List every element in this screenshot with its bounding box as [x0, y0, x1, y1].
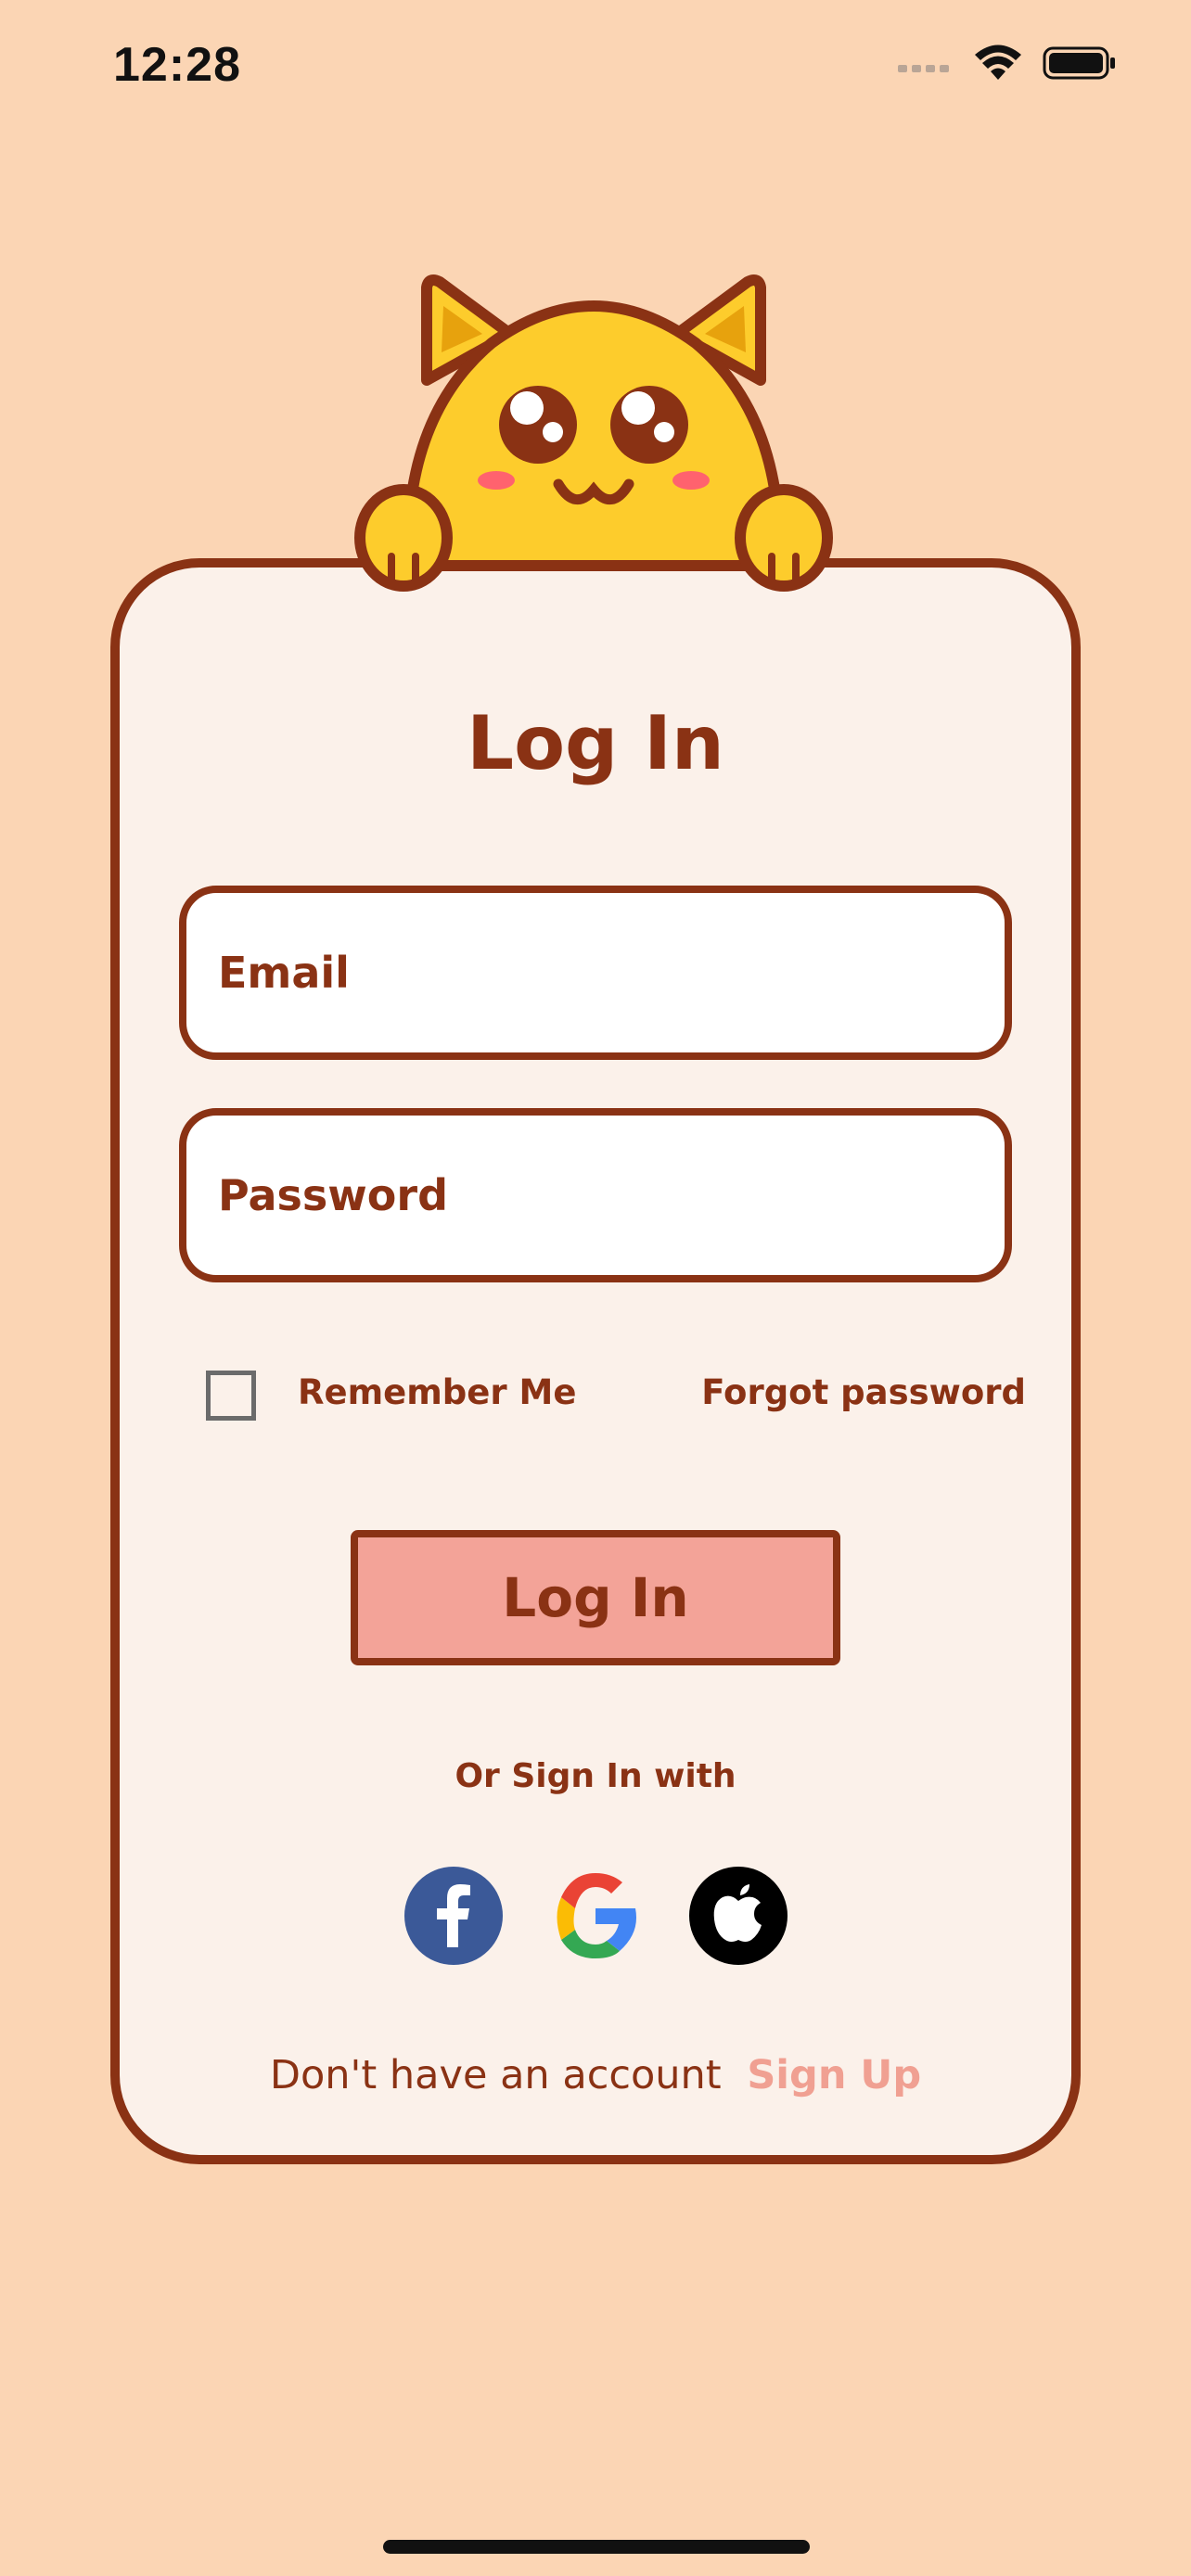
forgot-password-link[interactable]: Forgot password	[701, 1372, 1026, 1412]
apple-icon[interactable]	[688, 1866, 788, 1966]
signup-row: Don't have an account Sign Up	[0, 2052, 1191, 2098]
status-bar: 12:28	[0, 0, 1191, 139]
status-time: 12:28	[113, 38, 241, 92]
email-field-container	[179, 886, 1012, 1060]
google-icon[interactable]	[545, 1866, 646, 1966]
password-field-container	[179, 1108, 1012, 1282]
status-icons	[898, 45, 1117, 82]
facebook-icon[interactable]	[403, 1866, 504, 1966]
wifi-icon	[975, 45, 1021, 80]
password-field[interactable]	[218, 1116, 1005, 1275]
home-indicator[interactable]	[383, 2540, 810, 2554]
page-title: Log In	[467, 700, 724, 786]
or-sign-in-text: Or Sign In with	[455, 1757, 736, 1795]
signal-icon	[898, 65, 949, 72]
email-field[interactable]	[218, 893, 1005, 1052]
battery-icon	[1043, 46, 1115, 80]
login-button[interactable]: Log In	[351, 1530, 840, 1665]
remember-me-checkbox[interactable]	[206, 1371, 256, 1421]
signup-prompt: Don't have an account	[269, 2052, 722, 2098]
cat-mascot-icon	[354, 274, 833, 592]
sign-up-link[interactable]: Sign Up	[747, 2052, 921, 2098]
remember-me-label: Remember Me	[298, 1372, 577, 1412]
